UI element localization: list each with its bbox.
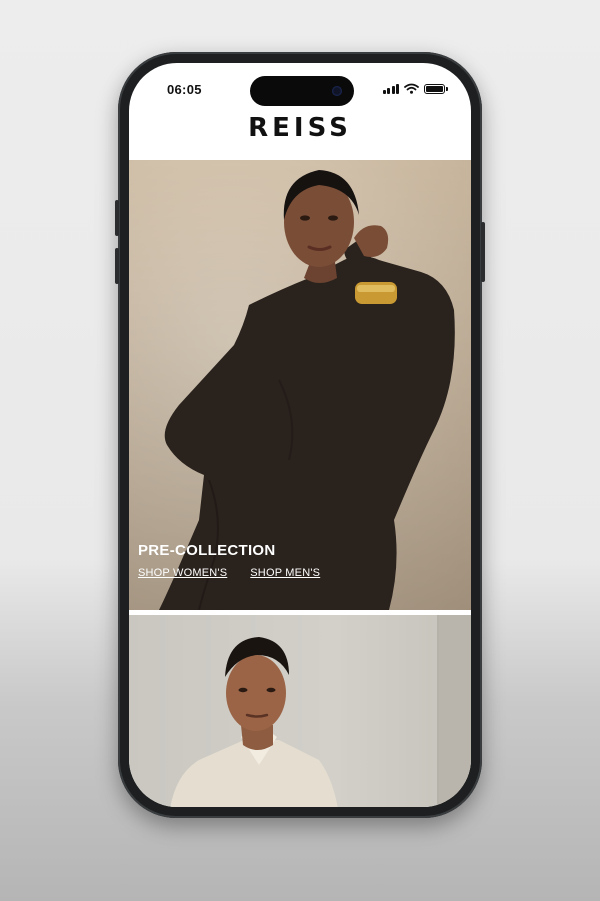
signal-icon [382,83,399,94]
shop-mens-link[interactable]: SHOP MEN'S [250,567,320,579]
shop-womens-link[interactable]: SHOP WOMEN'S [138,567,227,579]
battery-icon [424,83,448,94]
hero-banner-mens[interactable] [129,615,471,807]
status-bar: 06:05 [129,63,471,113]
hero-title: PRE-COLLECTION [138,542,276,559]
volume-button [115,200,119,236]
brand-logo[interactable]: REISS [129,113,471,143]
hero-banner-pre-collection[interactable]: PRE-COLLECTION SHOP WOMEN'S SHOP MEN'S [129,160,471,610]
status-time: 06:05 [167,82,202,97]
phone-screen: 06:05 REISS PRE-COLLECTION SHOP WOMEN'S … [129,63,471,807]
mens-model-image [170,615,471,807]
hero-text-block: PRE-COLLECTION SHOP WOMEN'S SHOP MEN'S [138,542,320,579]
volume-button [115,248,119,284]
dynamic-island [250,76,354,106]
status-icons [382,83,448,94]
power-button [481,222,485,282]
hero-links: SHOP WOMEN'S SHOP MEN'S [138,567,320,579]
phone-frame: 06:05 REISS PRE-COLLECTION SHOP WOMEN'S … [115,52,485,818]
camera-icon [332,86,342,96]
wifi-icon [404,83,419,94]
